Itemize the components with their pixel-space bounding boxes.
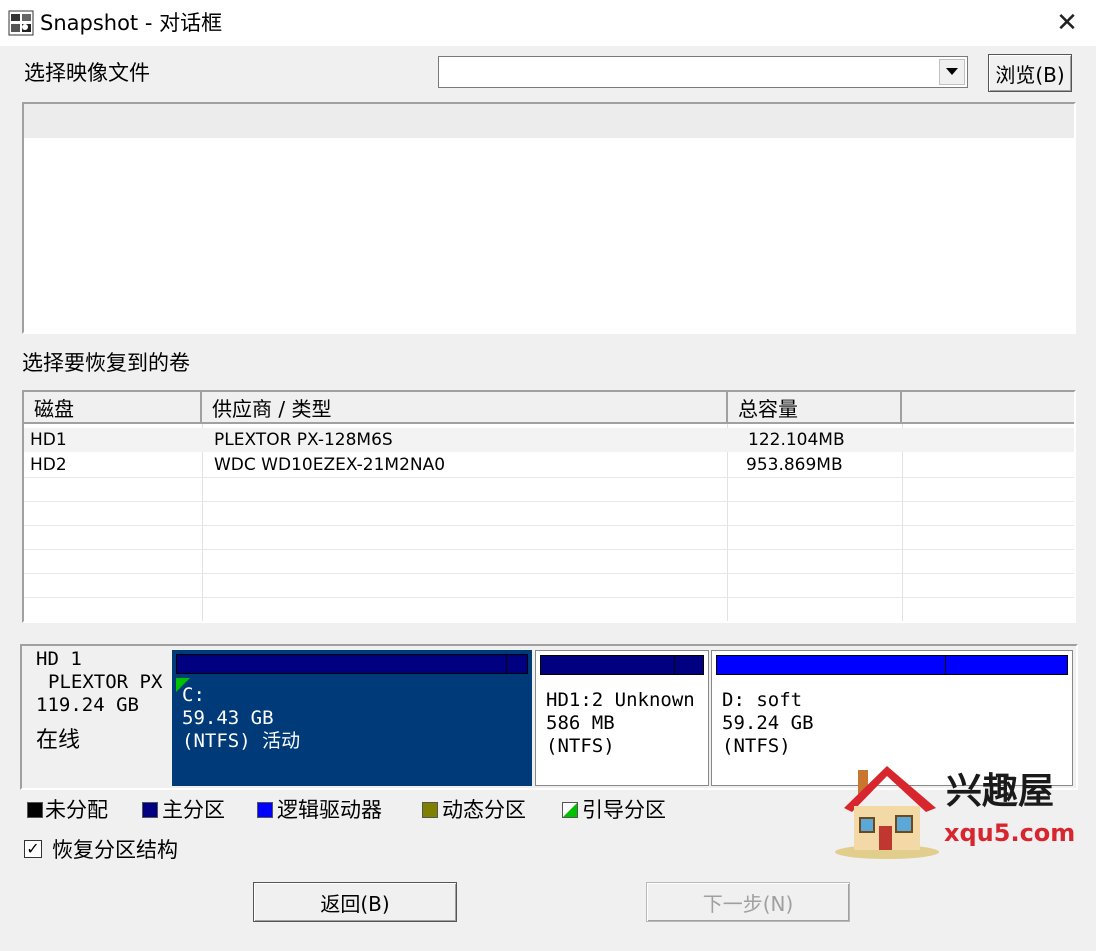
image-list-header	[24, 104, 1074, 138]
legend-swatch-primary	[142, 802, 158, 818]
legend-label-unallocated: 未分配	[45, 798, 108, 822]
partition-fs: (NTFS)	[546, 735, 615, 757]
table-row[interactable]: HD1 PLEXTOR PX-128M6S 122.104MB	[24, 428, 1074, 452]
partition-fs: (NTFS)	[722, 735, 791, 757]
grid-line	[24, 573, 1074, 574]
close-icon[interactable]: ✕	[1050, 6, 1084, 40]
xqu5-watermark-logo: 兴趣屋 xqu5.com	[832, 760, 1082, 860]
column-header-capacity[interactable]: 总容量	[728, 392, 902, 424]
back-button[interactable]: 返回(B)	[253, 882, 457, 922]
grid-line	[24, 501, 1074, 502]
capacity-cell: 953.869MB	[746, 455, 843, 475]
disk-table[interactable]: 磁盘 供应商 / 类型 总容量 HD1 PLEXTOR PX-128M6S 12…	[22, 390, 1076, 623]
legend-swatch-boot	[562, 802, 578, 818]
grid-line	[24, 597, 1074, 598]
partition-size: 586 MB	[546, 712, 615, 734]
legend-swatch-unallocated	[27, 802, 43, 818]
table-row[interactable]: HD2 WDC WD10EZEX-21M2NA0 953.869MB	[24, 453, 1074, 477]
partition-usage-bar	[540, 655, 704, 675]
capacity-cell: 122.104MB	[748, 430, 845, 450]
partition-d-text: D: soft 59.24 GB (NTFS)	[722, 689, 1062, 758]
partition-c-text: C: 59.43 GB (NTFS) 活动	[182, 684, 522, 753]
restore-structure-label: 恢复分区结构	[52, 838, 178, 862]
legend-label-logical: 逻辑驱动器	[277, 798, 382, 822]
next-button[interactable]: 下一步(N)	[646, 882, 850, 922]
partition-size: 59.43 GB	[182, 707, 274, 729]
partition-c[interactable]: C: 59.43 GB (NTFS) 活动	[172, 650, 532, 786]
disk-number: HD 1	[36, 648, 82, 670]
disk-model: PLEXTOR PX	[48, 671, 163, 693]
dropdown-arrow-icon[interactable]	[939, 59, 965, 85]
disk-info-panel[interactable]: HD 1 PLEXTOR PX 119.24 GB 在线	[24, 648, 172, 786]
vendor-cell: WDC WD10EZEX-21M2NA0	[214, 455, 446, 475]
restore-structure-checkbox[interactable]: ✓	[24, 840, 42, 858]
partition-hd1-2-text: HD1:2 Unknown 586 MB (NTFS)	[546, 689, 704, 758]
house-icon	[835, 766, 939, 859]
watermark-brand: 兴趣屋	[946, 771, 1055, 812]
grid-line	[24, 525, 1074, 526]
legend-label-boot: 引导分区	[582, 798, 666, 822]
legend-label-primary: 主分区	[162, 798, 225, 822]
legend-swatch-dynamic	[422, 802, 438, 818]
legend: 未分配 主分区 逻辑驱动器 动态分区 引导分区	[24, 796, 724, 826]
column-header-disk[interactable]: 磁盘	[24, 392, 202, 424]
partition-usage-fill	[541, 656, 675, 674]
snapshot-app-icon	[8, 10, 34, 36]
vendor-cell: PLEXTOR PX-128M6S	[214, 430, 393, 450]
disk-status: 在线	[36, 728, 81, 753]
column-header-empty	[902, 392, 1074, 424]
watermark-url: xqu5.com	[944, 819, 1076, 847]
disk-cell: HD1	[30, 430, 67, 450]
partition-usage-fill	[717, 656, 946, 674]
legend-label-dynamic: 动态分区	[442, 798, 526, 822]
window-title: Snapshot - 对话框	[40, 11, 223, 35]
legend-swatch-logical	[257, 802, 273, 818]
browse-button[interactable]: 浏览(B)	[988, 54, 1072, 92]
partition-label: HD1:2 Unknown	[546, 689, 695, 711]
boot-swatch-fill	[563, 803, 577, 817]
image-file-combobox[interactable]	[438, 56, 968, 88]
partition-size: 59.24 GB	[722, 712, 814, 734]
disk-cell: HD2	[30, 455, 67, 475]
partition-label: D: soft	[722, 689, 803, 711]
grid-line	[24, 549, 1074, 550]
column-header-vendor[interactable]: 供应商 / 类型	[202, 392, 728, 424]
partition-usage-fill	[177, 655, 507, 673]
partition-hd1-2[interactable]: HD1:2 Unknown 586 MB (NTFS)	[535, 650, 709, 786]
partition-fs: (NTFS) 活动	[182, 730, 301, 752]
select-volume-label: 选择要恢复到的卷	[22, 351, 190, 375]
disk-size: 119.24 GB	[36, 694, 139, 716]
partition-label: C:	[182, 684, 205, 706]
select-image-label: 选择映像文件	[24, 61, 150, 85]
partition-usage-bar	[716, 655, 1068, 675]
partition-usage-bar	[176, 654, 528, 674]
image-listbox[interactable]	[22, 102, 1076, 334]
grid-line	[24, 477, 1074, 478]
